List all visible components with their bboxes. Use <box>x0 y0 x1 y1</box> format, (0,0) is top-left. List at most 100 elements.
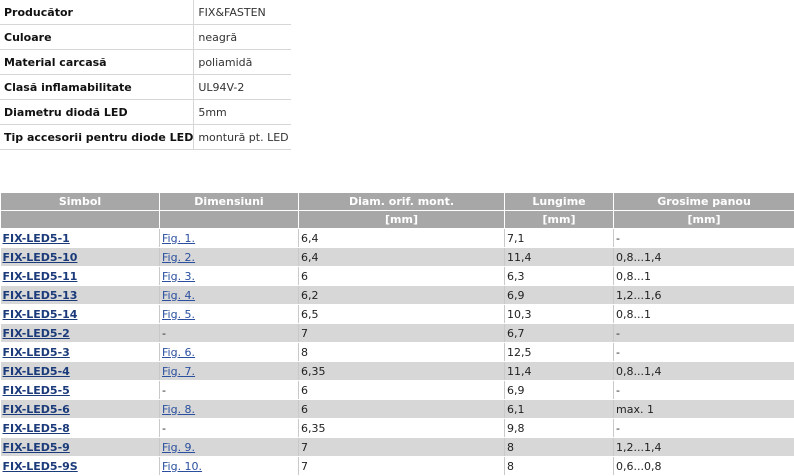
cell-dimensions: Fig. 5. <box>160 305 299 324</box>
unit-mount-hole-diameter: [mm] <box>299 211 505 229</box>
spec-label: Culoare <box>0 25 194 50</box>
product-symbol-link[interactable]: FIX-LED5-1 <box>3 232 70 245</box>
header-panel-thickness: Grosime panou <box>614 193 794 211</box>
cell-symbol: FIX-LED5-5 <box>1 381 160 400</box>
cell-dimensions: Fig. 6. <box>160 343 299 362</box>
spec-row: Material carcasăpoliamidă <box>0 50 291 75</box>
cell-symbol: FIX-LED5-10 <box>1 248 160 267</box>
spec-row: ProducătorFIX&FASTEN <box>0 0 291 25</box>
cell-dimensions: Fig. 8. <box>160 400 299 419</box>
spec-value: neagră <box>194 25 292 50</box>
product-symbol-link[interactable]: FIX-LED5-9S <box>3 460 78 473</box>
cell-mount-hole-diameter: 6,35 <box>299 362 505 381</box>
cell-length: 11,4 <box>505 362 614 381</box>
cell-length: 6,1 <box>505 400 614 419</box>
cell-length: 6,7 <box>505 324 614 343</box>
table-row: FIX-LED5-4 Fig. 7. 6,3511,40,8...1,4 <box>1 362 794 381</box>
specs-table: ProducătorFIX&FASTENCuloareneagrăMateria… <box>0 0 291 150</box>
header-mount-hole-diameter: Diam. orif. mont. <box>299 193 505 211</box>
cell-length: 6,3 <box>505 267 614 286</box>
figure-link[interactable]: Fig. 5. <box>162 308 195 321</box>
spec-row: Clasă inflamabilitateUL94V-2 <box>0 75 291 100</box>
spec-label: Tip accesorii pentru diode LED <box>0 125 194 150</box>
cell-panel-thickness: - <box>614 229 794 248</box>
cell-length: 6,9 <box>505 286 614 305</box>
figure-link[interactable]: Fig. 7. <box>162 365 195 378</box>
table-row: FIX-LED5-13Fig. 4.6,26,91,2...1,6 <box>1 286 794 305</box>
spec-value: poliamidă <box>194 50 292 75</box>
spec-label: Diametru diodă LED <box>0 100 194 125</box>
product-symbol-link[interactable]: FIX-LED5-5 <box>3 384 70 397</box>
table-row: FIX-LED5-5-66,9- <box>1 381 794 400</box>
table-row: FIX-LED5-8-6,359,8- <box>1 419 794 438</box>
figure-link[interactable]: Fig. 10. <box>162 460 202 473</box>
spec-row: Culoareneagră <box>0 25 291 50</box>
cell-length: 11,4 <box>505 248 614 267</box>
spec-label: Producător <box>0 0 194 25</box>
cell-length: 7,1 <box>505 229 614 248</box>
cell-symbol: FIX-LED5-3 <box>1 343 160 362</box>
figure-link[interactable]: Fig. 8. <box>162 403 195 416</box>
cell-dimensions: Fig. 9. <box>160 438 299 457</box>
unit-dimensions <box>160 211 299 229</box>
product-symbol-link[interactable]: FIX-LED5-8 <box>3 422 70 435</box>
cell-dimensions: - <box>160 381 299 400</box>
cell-panel-thickness: - <box>614 419 794 438</box>
cell-panel-thickness: 0,8...1,4 <box>614 248 794 267</box>
product-symbol-link[interactable]: FIX-LED5-9 <box>3 441 70 454</box>
specs-body: ProducătorFIX&FASTENCuloareneagrăMateria… <box>0 0 291 150</box>
product-symbol-link[interactable]: FIX-LED5-4 <box>3 365 70 378</box>
figure-link[interactable]: Fig. 2. <box>162 251 195 264</box>
table-row: FIX-LED5-2-76,7- <box>1 324 794 343</box>
cell-length: 9,8 <box>505 419 614 438</box>
figure-link[interactable]: Fig. 3. <box>162 270 195 283</box>
cell-mount-hole-diameter: 6,4 <box>299 248 505 267</box>
figure-link[interactable]: Fig. 1. <box>162 232 195 245</box>
cell-symbol: FIX-LED5-2 <box>1 324 160 343</box>
cell-mount-hole-diameter: 8 <box>299 343 505 362</box>
cell-panel-thickness: 0,8...1,4 <box>614 362 794 381</box>
figure-link[interactable]: Fig. 4. <box>162 289 195 302</box>
figure-link[interactable]: Fig. 6. <box>162 346 195 359</box>
cell-symbol: FIX-LED5-1 <box>1 229 160 248</box>
header-symbol: Simbol <box>1 193 160 211</box>
product-symbol-link[interactable]: FIX-LED5-6 <box>3 403 70 416</box>
unit-symbol <box>1 211 160 229</box>
spec-row: Diametru diodă LED5mm <box>0 100 291 125</box>
product-symbol-link[interactable]: FIX-LED5-3 <box>3 346 70 359</box>
cell-dimensions: Fig. 2. <box>160 248 299 267</box>
table-row: FIX-LED5-10 Fig. 2. 6,411,40,8...1,4 <box>1 248 794 267</box>
units-row: [mm] [mm] [mm] <box>1 211 794 229</box>
cell-panel-thickness: 0,8...1 <box>614 267 794 286</box>
product-symbol-link[interactable]: FIX-LED5-2 <box>3 327 70 340</box>
header-row: Simbol Dimensiuni Diam. orif. mont. Lung… <box>1 193 794 211</box>
table-row: FIX-LED5-1 Fig. 1. 6,47,1- <box>1 229 794 248</box>
cell-mount-hole-diameter: 6 <box>299 267 505 286</box>
table-row: FIX-LED5-9Fig. 9.781,2...1,4 <box>1 438 794 457</box>
cell-symbol: FIX-LED5-8 <box>1 419 160 438</box>
cell-dimensions: - <box>160 324 299 343</box>
cell-panel-thickness: 1,2...1,4 <box>614 438 794 457</box>
cell-mount-hole-diameter: 6,4 <box>299 229 505 248</box>
header-dimensions: Dimensiuni <box>160 193 299 211</box>
cell-symbol: FIX-LED5-11 <box>1 267 160 286</box>
product-symbol-link[interactable]: FIX-LED5-13 <box>3 289 78 302</box>
spec-value: UL94V-2 <box>194 75 292 100</box>
cell-panel-thickness: - <box>614 381 794 400</box>
cell-panel-thickness: 0,8...1 <box>614 305 794 324</box>
cell-mount-hole-diameter: 6,5 <box>299 305 505 324</box>
cell-mount-hole-diameter: 7 <box>299 324 505 343</box>
cell-panel-thickness: max. 1 <box>614 400 794 419</box>
figure-link[interactable]: Fig. 9. <box>162 441 195 454</box>
product-symbol-link[interactable]: FIX-LED5-11 <box>3 270 78 283</box>
product-symbol-link[interactable]: FIX-LED5-10 <box>3 251 78 264</box>
header-length: Lungime <box>505 193 614 211</box>
spec-value: montură pt. LED <box>194 125 292 150</box>
cell-length: 6,9 <box>505 381 614 400</box>
cell-symbol: FIX-LED5-4 <box>1 362 160 381</box>
cell-panel-thickness: - <box>614 343 794 362</box>
spec-value: FIX&FASTEN <box>194 0 292 25</box>
spec-row: Tip accesorii pentru diode LEDmontură pt… <box>0 125 291 150</box>
cell-mount-hole-diameter: 6 <box>299 400 505 419</box>
product-symbol-link[interactable]: FIX-LED5-14 <box>3 308 78 321</box>
